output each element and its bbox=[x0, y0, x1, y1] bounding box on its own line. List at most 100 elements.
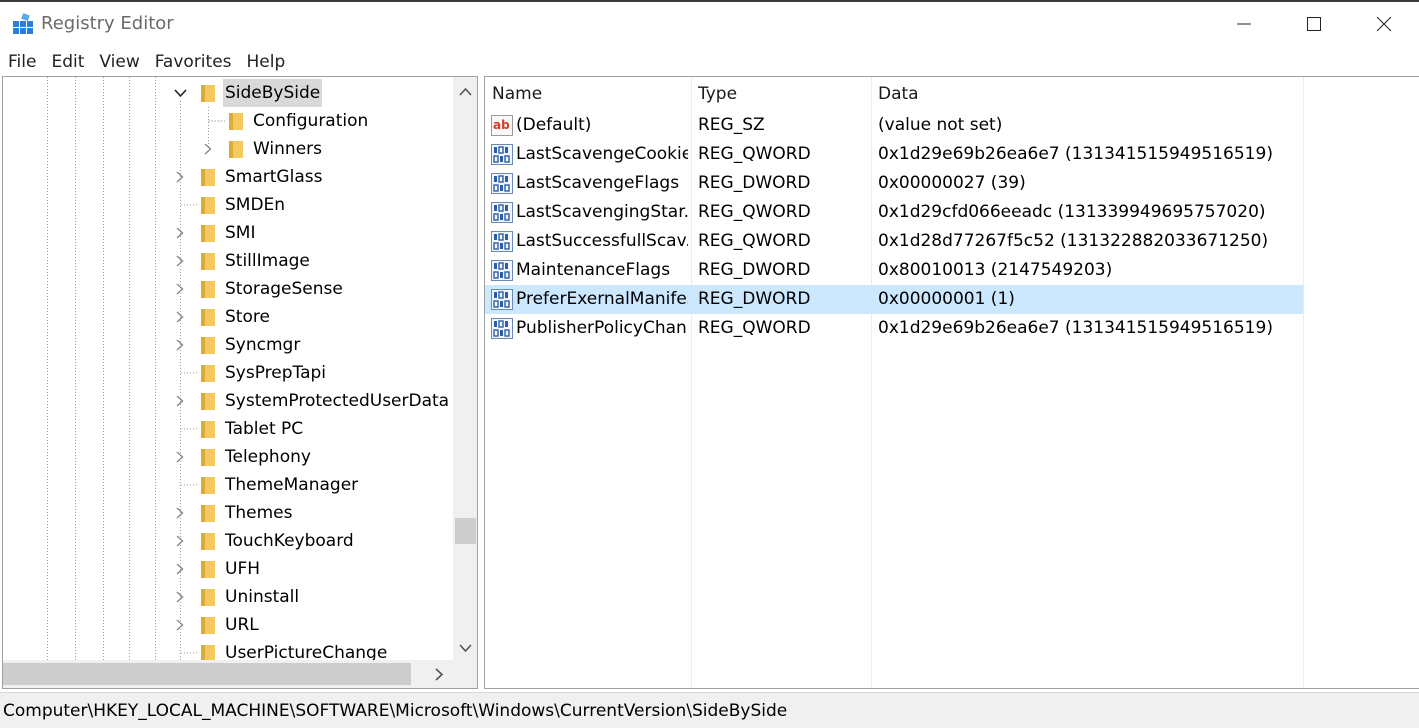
menu-bar: File Edit View Favorites Help bbox=[0, 48, 1419, 76]
tree-item[interactable]: Telephony bbox=[3, 443, 453, 471]
menu-edit[interactable]: Edit bbox=[43, 48, 91, 76]
chevron-right-icon bbox=[204, 143, 212, 155]
value-row[interactable]: MaintenanceFlags REG_DWORD 0x80010013 (214… bbox=[485, 256, 1303, 285]
folder-icon bbox=[201, 365, 215, 382]
value-row[interactable]: LastScavengeCookie REG_QWORD 0x1d29e69b26e… bbox=[485, 140, 1303, 169]
maximize-button[interactable] bbox=[1279, 2, 1349, 46]
tree-item[interactable]: SideBySide bbox=[3, 79, 453, 107]
expand-toggle[interactable] bbox=[173, 254, 187, 268]
value-data: 0x1d29cfd066eeadc (131339949695757020) bbox=[878, 202, 1266, 222]
expand-toggle[interactable] bbox=[173, 310, 187, 324]
value-row[interactable]: PublisherPolicyChan... REG_QWORD 0x1d29e69… bbox=[485, 314, 1303, 343]
column-header-data[interactable]: Data bbox=[871, 77, 1303, 111]
chevron-right-icon bbox=[176, 507, 184, 519]
expand-toggle[interactable] bbox=[173, 534, 187, 548]
value-name: MaintenanceFlags bbox=[516, 260, 671, 280]
binary-value-icon bbox=[491, 173, 513, 194]
chevron-right-icon bbox=[176, 591, 184, 603]
scroll-down-arrow[interactable] bbox=[457, 638, 474, 658]
svg-text:ab: ab bbox=[493, 118, 510, 132]
tree-item[interactable]: SystemProtectedUserData bbox=[3, 387, 453, 415]
tree-vertical-scrollbar[interactable] bbox=[453, 77, 477, 660]
tree-item[interactable]: Syncmgr bbox=[3, 331, 453, 359]
menu-file[interactable]: File bbox=[0, 48, 43, 76]
key-tree-pane[interactable]: SideBySide Configuration Winners SmartGlass… bbox=[2, 76, 478, 689]
tree-item[interactable]: SMDEn bbox=[3, 191, 453, 219]
scroll-up-arrow[interactable] bbox=[457, 81, 474, 101]
tree-vertical-scroll-thumb[interactable] bbox=[455, 518, 476, 544]
tree-item[interactable]: StorageSense bbox=[3, 275, 453, 303]
value-row[interactable]: LastScavengeFlags REG_DWORD 0x00000027 (39… bbox=[485, 169, 1303, 198]
value-name: LastScavengeFlags bbox=[516, 173, 680, 193]
regedit-icon bbox=[13, 13, 33, 34]
folder-icon bbox=[201, 617, 215, 634]
value-type: REG_QWORD bbox=[698, 144, 811, 164]
scrollbar-corner bbox=[453, 660, 477, 688]
folder-icon bbox=[201, 253, 215, 270]
minimize-icon bbox=[1237, 23, 1251, 25]
expand-toggle[interactable] bbox=[173, 590, 187, 604]
expand-toggle[interactable] bbox=[173, 618, 187, 632]
expand-toggle[interactable] bbox=[201, 142, 215, 156]
chevron-right-icon bbox=[176, 535, 184, 547]
folder-icon bbox=[201, 169, 215, 186]
tree-item-label: TouchKeyboard bbox=[225, 531, 354, 551]
tree-horizontal-scroll-thumb[interactable] bbox=[3, 663, 411, 685]
minimize-button[interactable] bbox=[1209, 2, 1279, 46]
scroll-right-arrow[interactable] bbox=[429, 664, 449, 684]
column-divider bbox=[1303, 77, 1304, 688]
menu-favorites[interactable]: Favorites bbox=[147, 48, 239, 76]
tree-item-label: SMI bbox=[225, 223, 256, 243]
expand-toggle[interactable] bbox=[173, 562, 187, 576]
close-icon bbox=[1377, 17, 1391, 31]
menu-view[interactable]: View bbox=[91, 48, 146, 76]
chevron-right-icon bbox=[176, 227, 184, 239]
tree-item[interactable]: SMI bbox=[3, 219, 453, 247]
status-bar: Computer\HKEY_LOCAL_MACHINE\SOFTWARE\Mic… bbox=[0, 692, 1419, 728]
value-type: REG_DWORD bbox=[698, 260, 811, 280]
close-button[interactable] bbox=[1349, 2, 1419, 46]
chevron-down-icon bbox=[459, 643, 472, 652]
collapse-toggle[interactable] bbox=[173, 86, 187, 100]
value-row[interactable]: ab (Default) REG_SZ (value not set) bbox=[485, 111, 1303, 140]
folder-icon bbox=[201, 589, 215, 606]
tree-branch-line bbox=[181, 428, 197, 430]
column-header-type[interactable]: Type bbox=[691, 77, 871, 111]
tree-item[interactable]: Winners bbox=[3, 135, 453, 163]
menu-help[interactable]: Help bbox=[239, 48, 293, 76]
value-row[interactable]: LastScavengingStar... REG_QWORD 0x1d29cfd0… bbox=[485, 198, 1303, 227]
tree-item[interactable]: TouchKeyboard bbox=[3, 527, 453, 555]
folder-icon bbox=[201, 85, 215, 102]
tree-horizontal-scrollbar[interactable] bbox=[3, 660, 453, 688]
tree-item[interactable]: SysPrepTapi bbox=[3, 359, 453, 387]
tree-item[interactable]: ThemeManager bbox=[3, 471, 453, 499]
chevron-right-icon bbox=[176, 311, 184, 323]
value-row[interactable]: LastSuccessfullScav... REG_QWORD 0x1d28d77… bbox=[485, 227, 1303, 256]
tree-item[interactable]: Uninstall bbox=[3, 583, 453, 611]
expand-toggle[interactable] bbox=[173, 338, 187, 352]
value-name: PreferExernalManifest bbox=[516, 289, 688, 309]
tree-item[interactable]: Tablet PC bbox=[3, 415, 453, 443]
tree-item-label: Syncmgr bbox=[225, 335, 301, 355]
tree-item[interactable]: URL bbox=[3, 611, 453, 639]
expand-toggle[interactable] bbox=[173, 170, 187, 184]
column-header-name[interactable]: Name bbox=[485, 77, 691, 111]
binary-value-icon bbox=[491, 144, 513, 165]
value-data: 0x80010013 (2147549203) bbox=[878, 260, 1113, 280]
folder-icon bbox=[201, 337, 215, 354]
values-list-pane[interactable]: Name Type Data ab (Default) REG_SZ (value n… bbox=[484, 76, 1419, 689]
expand-toggle[interactable] bbox=[173, 282, 187, 296]
folder-icon bbox=[201, 421, 215, 438]
expand-toggle[interactable] bbox=[173, 506, 187, 520]
tree-item[interactable]: Configuration bbox=[3, 107, 453, 135]
tree-item[interactable]: StillImage bbox=[3, 247, 453, 275]
tree-item[interactable]: SmartGlass bbox=[3, 163, 453, 191]
tree-item[interactable]: UFH bbox=[3, 555, 453, 583]
expand-toggle[interactable] bbox=[173, 226, 187, 240]
tree-item[interactable]: Themes bbox=[3, 499, 453, 527]
expand-toggle[interactable] bbox=[173, 394, 187, 408]
tree-item-label: Configuration bbox=[253, 111, 369, 131]
expand-toggle[interactable] bbox=[173, 450, 187, 464]
value-row[interactable]: PreferExernalManifest REG_DWORD 0x00000001… bbox=[485, 285, 1303, 314]
tree-item[interactable]: Store bbox=[3, 303, 453, 331]
